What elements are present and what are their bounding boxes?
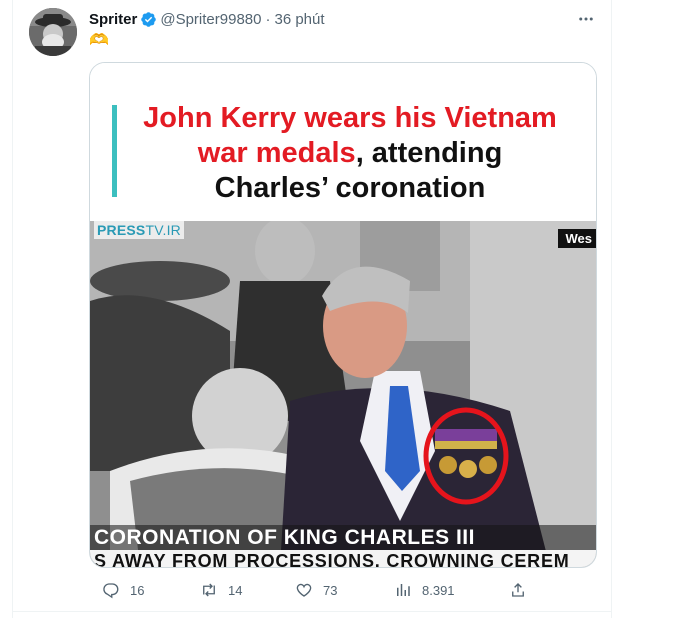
news-ticker: S AWAY FROM PROCESSIONS, CROWNING CEREM — [90, 550, 596, 567]
share-button[interactable] — [509, 580, 537, 600]
verified-badge-icon — [141, 11, 157, 27]
retweet-button[interactable]: 14 — [200, 580, 242, 600]
headline-line-1: John Kerry wears his Vietnam — [143, 102, 557, 134]
separator: · — [265, 10, 271, 28]
author-name[interactable]: Spriter — [89, 11, 137, 28]
media-headline: John Kerry wears his Vietnam war medals,… — [90, 63, 596, 221]
tweet[interactable]: Spriter @Spriter99880 · 36 phút 🫶 John K… — [13, 0, 611, 612]
headline-black-fragment: , attending — [355, 137, 503, 169]
presstv-logo: PRESSTV.IR — [94, 221, 184, 239]
timeline-column: Spriter @Spriter99880 · 36 phút 🫶 John K… — [12, 0, 612, 618]
tweet-media[interactable]: John Kerry wears his Vietnam war medals,… — [89, 62, 597, 568]
share-icon — [512, 583, 524, 597]
coronation-photo — [90, 221, 596, 567]
headline-red-fragment: war medals — [197, 137, 356, 169]
tweet-text: 🫶 — [89, 32, 109, 49]
lower-third-caption: CORONATION OF KING CHARLES III — [90, 525, 596, 550]
author-handle[interactable]: @Spriter99880 — [160, 11, 261, 28]
media-photo: PRESSTV.IR Wes CORONATION OF KING CHARLE… — [90, 221, 596, 567]
tweet-divider — [13, 611, 611, 612]
timestamp[interactable]: 36 phút — [274, 11, 324, 28]
view-count: 8.391 — [422, 582, 455, 598]
reply-count: 16 — [130, 582, 145, 598]
like-count: 73 — [323, 582, 338, 598]
headline-line-3: Charles’ coronation — [214, 172, 486, 204]
tweet-header: Spriter @Spriter99880 · 36 phút — [89, 9, 325, 29]
tweet-actions: 16 14 73 8.391 — [89, 580, 529, 600]
headline-accent-bar — [112, 105, 117, 197]
views-button[interactable]: 8.391 — [394, 580, 455, 600]
more-icon[interactable] — [575, 8, 597, 30]
reply-icon — [103, 583, 119, 599]
headline-text: John Kerry wears his Vietnam war medals,… — [130, 101, 570, 206]
avatar[interactable] — [29, 8, 77, 56]
reply-button[interactable]: 16 — [102, 580, 144, 600]
corner-tag: Wes — [557, 229, 596, 248]
like-button[interactable]: 73 — [295, 580, 337, 600]
views-icon — [397, 584, 410, 596]
like-icon — [296, 583, 312, 597]
retweet-icon — [203, 583, 215, 597]
avatar-image — [29, 8, 77, 56]
retweet-count: 14 — [228, 582, 243, 598]
